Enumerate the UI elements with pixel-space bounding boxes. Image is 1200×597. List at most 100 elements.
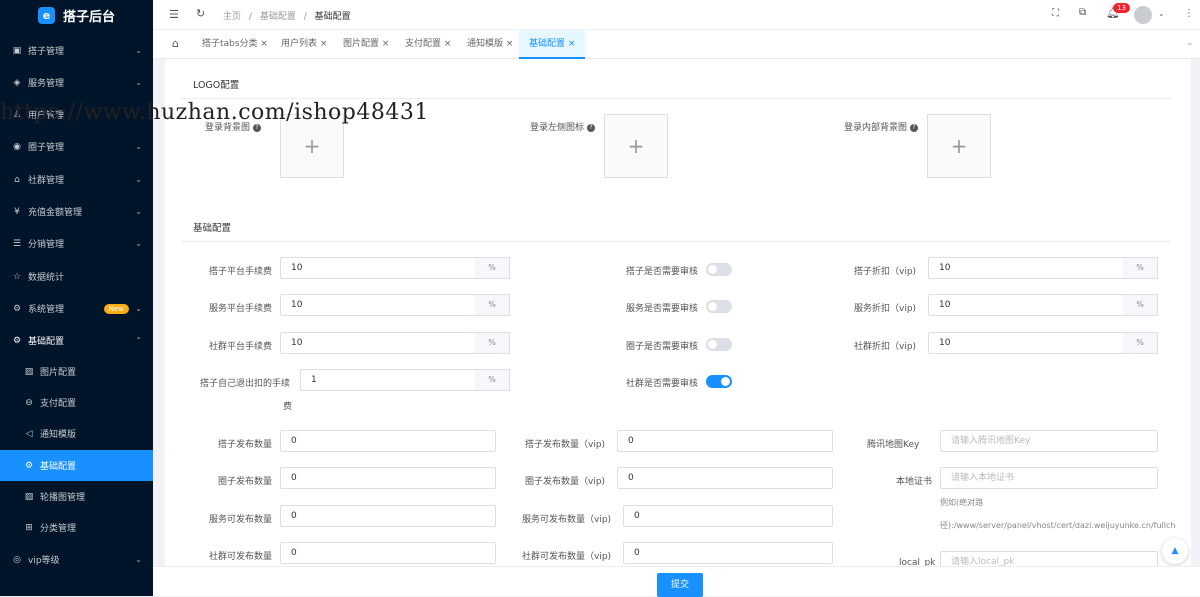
fee-label: 服务平台手续费 [209,304,273,314]
review-label: 圈子是否需要审核 [626,342,699,352]
service-publish-vip-input[interactable]: 0 [623,505,833,527]
sidebar-item-distribution[interactable]: ☰ 分销管理 ⌄ [0,228,153,259]
sidebar-item-category[interactable]: ⊞ 分类管理 [0,512,153,543]
image-icon: ▨ [24,366,34,377]
new-badge: New [103,303,129,314]
service-publish-count-input[interactable]: 0 [280,505,496,527]
more-icon[interactable]: ⋮ [1184,8,1194,19]
breadcrumb-home[interactable]: 主页 [223,12,241,22]
submit-button[interactable]: 提交 [657,573,703,597]
sidebar-item-vip[interactable]: ◎ vip等级 ⌄ [0,544,153,575]
back-to-top-button[interactable]: ▲ [1162,538,1188,564]
sidebar-item-basic-config[interactable]: ⚙ 基础配置 ⌃ [0,325,153,356]
chevron-down-icon[interactable]: ⌄ [1158,9,1165,18]
sidebar-item-dazi[interactable]: ▣ 搭子管理 ⌄ [0,35,153,66]
sidebar-item-image-config[interactable]: ▨ 图片配置 [0,356,153,387]
divider [181,98,1171,99]
community-fee-input[interactable]: 10 [280,332,476,354]
dazi-discount-input[interactable]: 10 [928,257,1124,279]
sidebar-item-basic-settings[interactable]: ⚙ 基础配置 [0,450,153,481]
help-icon[interactable]: ? [587,123,596,132]
chevron-up-icon: ⌃ [135,336,142,345]
dazi-review-toggle[interactable] [706,263,732,276]
chevron-down-icon: ⌄ [135,555,142,564]
close-icon[interactable]: × [260,39,268,49]
tab-basic-config[interactable]: 基础配置 × [519,30,586,59]
service-fee-input[interactable]: 10 [280,294,476,316]
tab-pay-config[interactable]: 支付配置 × [405,30,451,59]
community-publish-count-input[interactable]: 0 [280,542,496,564]
cert-input[interactable]: 请输入本地证书 [940,467,1158,489]
tab-notice-template[interactable]: 通知模版 × [467,30,513,59]
circle-review-toggle[interactable] [706,338,732,351]
discount-label: 搭子折扣（vip) [854,267,917,277]
close-icon[interactable]: × [568,39,576,49]
watermark: https://www.huzhan.com/ishop48431 [0,100,429,125]
sidebar-item-recharge[interactable]: ¥ 充值金额管理 ⌄ [0,196,153,227]
speaker-icon: ◁ [25,428,33,439]
community-discount-input[interactable]: 10 [928,332,1124,354]
minus-circle-icon: ⊖ [25,397,33,408]
cert-hint-2: 径):/www/server/panel/vhost/cert/dazi.wei… [940,521,1176,530]
percent-suffix: % [1123,294,1158,316]
sidebar-item-stats[interactable]: ☆ 数据统计 [0,261,153,292]
login-left-icon-upload[interactable]: + [604,114,668,178]
review-label: 服务是否需要审核 [626,304,699,314]
cert-hint-1: 例如(绝对路 [940,498,984,507]
tab-user-list[interactable]: 用户列表 × [281,30,327,59]
sidebar-item-service[interactable]: ◈ 服务管理 ⌄ [0,67,153,98]
close-icon[interactable]: × [506,39,514,49]
tencent-key-label: 腾讯地图Key [867,440,920,450]
avatar[interactable] [1134,6,1152,24]
quit-fee-input[interactable]: 1 [300,369,476,391]
login-inner-bg-upload[interactable]: + [927,114,991,178]
menu-fold-icon[interactable]: ☰ [169,8,179,21]
community-publish-vip-input[interactable]: 0 [623,542,833,564]
service-discount-input[interactable]: 10 [928,294,1124,316]
sidebar-item-system[interactable]: ⚙ 系统管理 New ⌄ [0,293,153,324]
sidebar-item-circle[interactable]: ◉ 圈子管理 ⌄ [0,131,153,162]
box-icon: ◈ [13,77,21,88]
sidebar-item-community[interactable]: ⌂ 社群管理 ⌄ [0,164,153,195]
close-icon[interactable]: × [444,39,452,49]
chevron-down-icon[interactable]: ⌄ [1186,38,1194,48]
refresh-icon[interactable]: ↻ [196,7,205,20]
tab-image-config[interactable]: 图片配置 × [343,30,389,59]
circle-publish-vip-input[interactable]: 0 [617,467,833,489]
sidebar-item-pay-config[interactable]: ⊖ 支付配置 [0,387,153,418]
tab-dazi-category[interactable]: 搭子tabs分类 × [202,30,268,59]
tencent-key-input[interactable]: 请输入腾讯地图Key [940,430,1158,452]
percent-suffix: % [1123,257,1158,279]
help-icon[interactable]: ? [910,123,919,132]
upload-label: 登录内部背景图? [844,120,919,133]
close-icon[interactable]: × [382,39,390,49]
review-label: 社群是否需要审核 [626,379,699,389]
percent-suffix: % [475,257,510,279]
community-review-toggle[interactable] [706,375,732,388]
upload-label: 登录左侧图标? [530,120,596,133]
close-icon[interactable]: × [320,39,328,49]
dazi-fee-input[interactable]: 10 [280,257,476,279]
publish-label: 社群可发布数量 [209,552,273,562]
breadcrumb-current: 基础配置 [314,12,351,22]
percent-suffix: % [475,332,510,354]
chevron-down-icon: ⌄ [135,46,142,55]
chevron-down-icon: ⌄ [135,78,142,87]
breadcrumb: 主页 / 基础配置 / 基础配置 [223,12,351,22]
translate-icon[interactable]: ⧉ [1079,7,1086,18]
home-icon[interactable]: ⌂ [172,37,179,50]
logo-icon: e [38,6,55,24]
circle-publish-count-input[interactable]: 0 [280,467,496,489]
fullscreen-icon[interactable]: ⛶ [1052,8,1059,19]
publish-label: 服务可发布数量 [209,515,273,525]
dazi-publish-vip-input[interactable]: 0 [617,430,833,452]
sidebar-item-banner[interactable]: ▨ 轮播图管理 [0,481,153,512]
list-icon: ☰ [12,238,22,249]
chevron-down-icon: ⌄ [135,304,142,313]
dazi-publish-count-input[interactable]: 0 [280,430,496,452]
percent-suffix: % [475,294,510,316]
service-review-toggle[interactable] [706,300,732,313]
breadcrumb-parent[interactable]: 基础配置 [260,12,296,22]
cert-label: 本地证书 [896,477,933,487]
sidebar-item-notice-template[interactable]: ◁ 通知模版 [0,418,153,449]
